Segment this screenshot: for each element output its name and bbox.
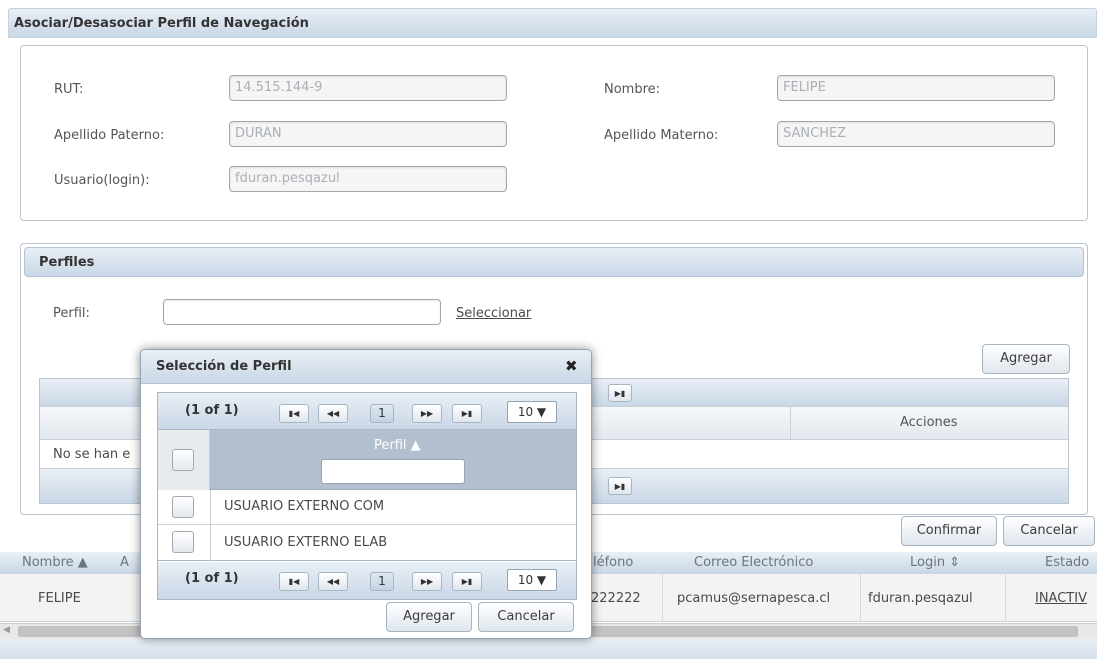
apellido-paterno-field[interactable]: DURAN (229, 121, 507, 147)
dialog-paginator-bottom: (1 of 1) ▮◀ ◀◀ 1 ▶▶ ▶▮ 10 ▼ (158, 562, 576, 599)
table-last-page-button[interactable]: ▶▮ (608, 384, 632, 402)
column-divider (790, 407, 791, 440)
row-telefono: 222222 (591, 591, 641, 606)
scroll-left-icon[interactable]: ◀ (3, 625, 10, 635)
row-estado-link[interactable]: INACTIV (1035, 591, 1087, 606)
header-login[interactable]: Login ⇕ (910, 555, 960, 570)
rut-field[interactable]: 14.515.144-9 (229, 75, 507, 101)
first-page-button-bottom[interactable]: ▮◀ (279, 572, 309, 591)
cell-divider (210, 525, 211, 561)
page-1-button[interactable]: 1 (370, 404, 394, 423)
empty-message: No se han e (53, 447, 131, 462)
rows-per-page-select[interactable]: 10 ▼ (507, 401, 557, 423)
row-divider (1005, 574, 1006, 621)
usuario-field[interactable]: fduran.pesqazul (229, 166, 507, 192)
perfiles-title: Perfiles (39, 255, 95, 270)
background-paginator (0, 639, 1097, 659)
table-last-page-button-bottom[interactable]: ▶▮ (608, 477, 632, 495)
page-title: Asociar/Desasociar Perfil de Navegación (8, 8, 1097, 38)
dialog-agregar-button[interactable]: Agregar (386, 602, 472, 632)
next-page-button-bottom[interactable]: ▶▶ (412, 572, 442, 591)
row-perfil-label: USUARIO EXTERNO COM (224, 499, 385, 514)
perfil-label: Perfil: (53, 306, 90, 321)
first-page-button[interactable]: ▮◀ (279, 404, 309, 423)
dialog-row[interactable]: USUARIO EXTERNO COM (158, 490, 576, 525)
seleccion-perfil-dialog: Selección de Perfil ✖ (1 of 1) ▮◀ ◀◀ 1 ▶… (140, 349, 592, 639)
dialog-table: (1 of 1) ▮◀ ◀◀ 1 ▶▶ ▶▮ 10 ▼ Perfil ▲ USU… (157, 392, 577, 600)
apellido-materno-label: Apellido Materno: (604, 128, 719, 143)
row-perfil-label: USUARIO EXTERNO ELAB (224, 535, 388, 550)
row-nombre: FELIPE (38, 591, 81, 606)
header-estado[interactable]: Estado (1045, 555, 1089, 570)
confirmar-button[interactable]: Confirmar (901, 516, 997, 546)
header-apellido[interactable]: A (120, 555, 129, 570)
row-login: fduran.pesqazul (868, 591, 973, 606)
cancelar-button[interactable]: Cancelar (1003, 516, 1095, 546)
apellido-paterno-label: Apellido Paterno: (54, 128, 165, 143)
cell-divider (210, 490, 211, 525)
header-correo[interactable]: Correo Electrónico (694, 555, 813, 570)
rows-per-page-select-bottom[interactable]: 10 ▼ (507, 569, 557, 591)
nombre-field[interactable]: FELIPE (777, 75, 1055, 101)
perfiles-header: Perfiles (24, 247, 1084, 277)
dialog-paginator-top: (1 of 1) ▮◀ ◀◀ 1 ▶▶ ▶▮ 10 ▼ (158, 393, 576, 430)
dialog-cancelar-button[interactable]: Cancelar (478, 602, 574, 632)
rut-label: RUT: (54, 82, 84, 97)
usuario-label: Usuario(login): (54, 173, 150, 188)
prev-page-button[interactable]: ◀◀ (318, 404, 348, 423)
paginator-info: (1 of 1) (185, 403, 239, 418)
page-1-button-bottom[interactable]: 1 (370, 572, 394, 591)
perfiles-agregar-button[interactable]: Agregar (982, 344, 1070, 374)
header-nombre[interactable]: Nombre ▲ (22, 555, 88, 570)
row-divider (860, 574, 861, 621)
perfil-column-header[interactable]: Perfil ▲ (374, 438, 421, 453)
header-telefono[interactable]: léfono (593, 555, 633, 570)
dialog-titlebar: Selección de Perfil ✖ (141, 350, 591, 384)
select-all-cell (158, 430, 210, 490)
perfil-filter-input[interactable] (321, 459, 465, 484)
apellido-materno-field[interactable]: SANCHEZ (777, 121, 1055, 147)
seleccionar-link[interactable]: Seleccionar (456, 306, 531, 321)
acciones-header: Acciones (900, 415, 958, 430)
nombre-label: Nombre: (604, 82, 661, 97)
perfil-input[interactable] (163, 299, 441, 325)
next-page-button[interactable]: ▶▶ (412, 404, 442, 423)
user-info-panel: RUT: 14.515.144-9 Nombre: FELIPE Apellid… (20, 45, 1088, 221)
row-correo: pcamus@sernapesca.cl (677, 591, 831, 606)
dialog-column-header: Perfil ▲ (158, 430, 576, 490)
paginator-info-bottom: (1 of 1) (185, 571, 239, 586)
row-divider (662, 574, 663, 621)
last-page-button-bottom[interactable]: ▶▮ (452, 572, 482, 591)
prev-page-button-bottom[interactable]: ◀◀ (318, 572, 348, 591)
dialog-row[interactable]: USUARIO EXTERNO ELAB (158, 525, 576, 561)
select-all-checkbox[interactable] (172, 449, 194, 471)
dialog-title: Selección de Perfil (156, 359, 292, 374)
close-icon[interactable]: ✖ (565, 357, 578, 375)
row-checkbox[interactable] (172, 496, 194, 518)
row-checkbox[interactable] (172, 531, 194, 553)
last-page-button[interactable]: ▶▮ (452, 404, 482, 423)
